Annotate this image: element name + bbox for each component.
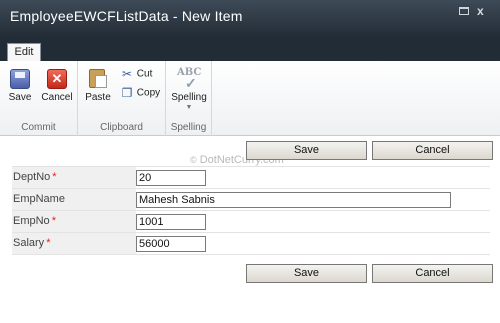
chevron-down-icon[interactable]: ▼ [168, 104, 210, 111]
paste-button-label: Paste [85, 92, 111, 103]
cancel-button-bottom[interactable]: Cancel [372, 264, 493, 283]
paste-icon [88, 67, 108, 89]
ribbon-group-clipboard: Paste ✂ Cut ❐ Copy Clipboard [78, 61, 166, 136]
cancel-icon: ✕ [47, 69, 67, 89]
tab-edit[interactable]: Edit [7, 43, 41, 61]
cut-button-label: Cut [136, 68, 153, 80]
save-button-label: Save [8, 92, 32, 103]
empname-label: EmpName [13, 193, 65, 205]
ribbon-tab-strip: Edit [0, 38, 500, 61]
ribbon: Save ✕ Cancel Commit Paste ✂ Cut ❐ Copy … [0, 61, 500, 136]
new-item-form: DeptNo * 20 EmpName Mahesh Sabnis EmpNo * … [12, 166, 490, 255]
spellcheck-icon: ABC ✓ [176, 67, 202, 91]
form-row-empname: EmpName Mahesh Sabnis [12, 189, 490, 211]
window-title: EmployeeEWCFListData - New Item [10, 8, 243, 24]
scissors-icon: ✂ [121, 67, 133, 81]
paste-button[interactable]: Paste [84, 67, 112, 103]
cancel-button-top[interactable]: Cancel [372, 141, 493, 160]
form-row-salary: Salary * 56000 [12, 233, 490, 255]
field-label-salary: Salary * [12, 233, 136, 254]
checkmark-icon: ✓ [185, 75, 197, 91]
copy-button[interactable]: ❐ Copy [120, 86, 161, 100]
copy-button-label: Copy [136, 87, 161, 99]
required-marker: * [52, 171, 57, 183]
group-label-commit: Commit [21, 122, 56, 133]
field-label-deptno: DeptNo * [12, 167, 136, 188]
deptno-label: DeptNo [13, 171, 51, 183]
form-row-empno: EmpNo * 1001 [12, 211, 490, 233]
empno-field[interactable]: 1001 [136, 214, 206, 230]
copy-icon: ❐ [121, 86, 133, 100]
ribbon-group-commit: Save ✕ Cancel Commit [0, 61, 78, 136]
field-label-empname: EmpName [12, 189, 136, 210]
save-button[interactable]: Save [5, 69, 35, 103]
group-label-clipboard: Clipboard [100, 122, 143, 133]
maximize-icon[interactable] [459, 7, 469, 15]
spelling-button-label: Spelling [171, 92, 207, 103]
save-button-top[interactable]: Save [246, 141, 367, 160]
empname-field[interactable]: Mahesh Sabnis [136, 192, 451, 208]
deptno-field[interactable]: 20 [136, 170, 206, 186]
save-icon [10, 69, 30, 89]
required-marker: * [46, 237, 51, 249]
ribbon-group-spelling: ABC ✓ Spelling ▼ Spelling [166, 61, 212, 136]
form-row-deptno: DeptNo * 20 [12, 167, 490, 189]
copyright-symbol: © [190, 155, 197, 165]
cut-button[interactable]: ✂ Cut [120, 68, 152, 80]
group-label-spelling: Spelling [170, 122, 207, 133]
save-button-bottom[interactable]: Save [246, 264, 367, 283]
spelling-button[interactable]: ABC ✓ Spelling ▼ [168, 67, 210, 111]
field-label-empno: EmpNo * [12, 211, 136, 232]
salary-label: Salary [13, 237, 45, 249]
title-bar: EmployeeEWCFListData - New Item x [0, 0, 500, 38]
empno-label: EmpNo [13, 215, 50, 227]
cancel-button[interactable]: ✕ Cancel [40, 69, 74, 103]
salary-field[interactable]: 56000 [136, 236, 206, 252]
cancel-button-label: Cancel [41, 92, 73, 103]
close-icon[interactable]: x [477, 4, 484, 18]
required-marker: * [51, 215, 56, 227]
